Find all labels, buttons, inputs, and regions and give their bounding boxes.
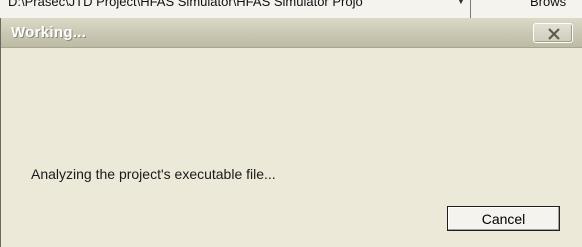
dialog-title: Working... xyxy=(11,24,87,41)
background-project-path: D:\Prasec\JTD Project\HFAS Simulator\HFA… xyxy=(8,0,363,9)
close-icon xyxy=(548,28,560,40)
working-dialog: Working... Analyzing the project's execu… xyxy=(0,18,582,247)
divider xyxy=(470,0,471,18)
background-window-strip: D:\Prasec\JTD Project\HFAS Simulator\HFA… xyxy=(0,0,582,19)
chevron-down-icon[interactable]: ▼ xyxy=(454,0,468,10)
status-message: Analyzing the project's executable file.… xyxy=(31,166,276,182)
close-button[interactable] xyxy=(533,23,573,43)
cancel-button[interactable]: Cancel xyxy=(447,206,560,231)
dialog-titlebar[interactable]: Working... xyxy=(1,18,582,48)
browse-button[interactable]: Brows xyxy=(530,0,566,9)
